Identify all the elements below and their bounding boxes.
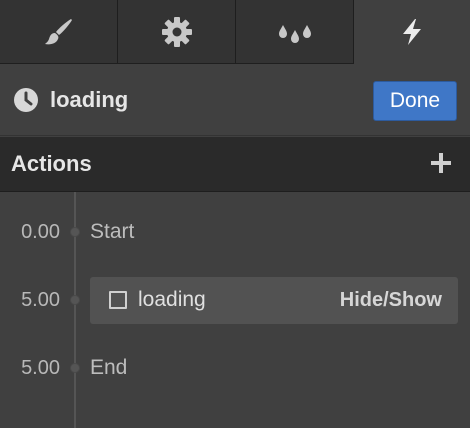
droplets-icon [278,24,311,43]
tab-bar [0,0,470,64]
action-target-name: loading [138,288,206,311]
actions-title: Actions [11,151,92,176]
actions-section-header: Actions [0,137,470,192]
plus-icon[interactable] [428,150,454,176]
timeline-dot [70,363,80,373]
tab-effects[interactable] [236,0,354,63]
tab-settings[interactable] [118,0,236,63]
gear-icon [161,16,192,47]
interaction-title: loading [50,87,129,112]
action-card[interactable]: loading Hide/Show [90,277,458,324]
done-button[interactable]: Done [373,81,457,121]
tab-interactions[interactable] [354,0,470,64]
action-checkbox[interactable] [109,291,127,309]
timeline-label-end: End [90,356,128,379]
timeline-dot [70,227,80,237]
action-type: Hide/Show [339,289,442,311]
interaction-header: loading Done [0,64,470,136]
tab-style[interactable] [0,0,118,63]
paintbrush-icon [44,18,72,44]
timeline-time: 5.00 [21,289,60,311]
timeline-time: 0.00 [21,221,60,243]
timeline-time: 5.00 [21,357,60,379]
clock-icon [14,88,38,112]
timeline-label-start: Start [90,220,135,243]
lightning-icon [403,19,421,45]
timeline-dot [70,295,80,305]
